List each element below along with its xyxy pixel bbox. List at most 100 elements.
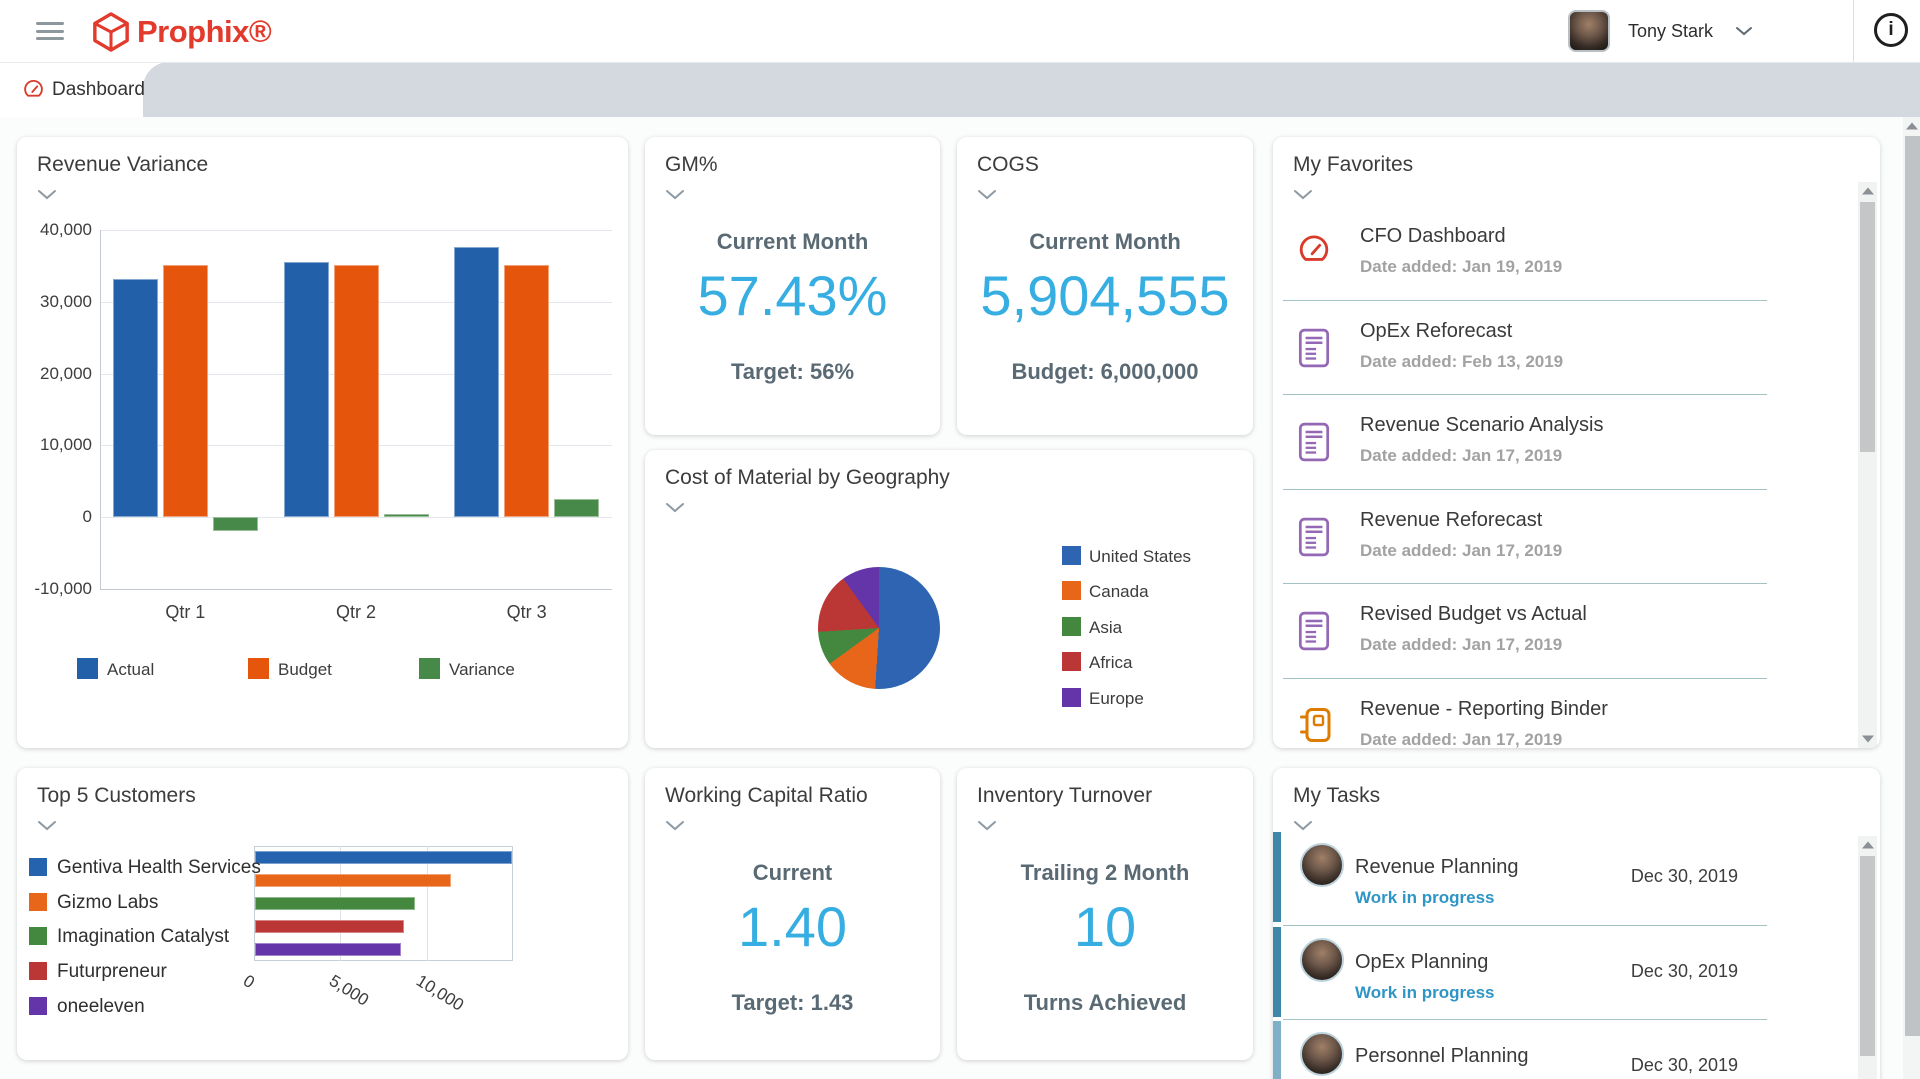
- task-assignee-avatar: [1300, 938, 1344, 982]
- legend-label: Asia: [1089, 618, 1122, 638]
- kpi-target-label: Target: 56%: [645, 359, 940, 385]
- user-menu[interactable]: Tony Stark: [1568, 10, 1753, 52]
- tab-dashboard[interactable]: Dashboard: [0, 62, 143, 117]
- legend-label: Gizmo Labs: [57, 892, 158, 914]
- task-item[interactable]: Revenue PlanningWork in progressDec 30, …: [1273, 830, 1853, 924]
- favorite-date-added: Date added: Jan 19, 2019: [1360, 257, 1562, 277]
- x-axis-tick-label: 0: [239, 971, 258, 993]
- y-axis-tick-label: 0: [17, 507, 92, 527]
- card-my-favorites: My Favorites CFO DashboardDate added: Ja…: [1273, 137, 1880, 748]
- task-assignee-avatar: [1300, 843, 1344, 887]
- task-name: OpEx Planning: [1355, 951, 1488, 974]
- bar-budget: [334, 265, 379, 517]
- card-inventory-turnover: Inventory Turnover Trailing 2 Month 10 T…: [957, 768, 1253, 1060]
- user-avatar[interactable]: [1568, 10, 1610, 52]
- task-assignee-avatar: [1300, 1032, 1344, 1076]
- scrollbar-thumb[interactable]: [1905, 136, 1920, 1036]
- legend-swatch: [419, 658, 440, 679]
- legend-label: United States: [1089, 547, 1191, 567]
- tasks-scrollbar[interactable]: [1858, 836, 1877, 1079]
- revenue-variance-bar-chart: 40,00030,00020,00010,0000-10,000Qtr 1Qtr…: [17, 137, 628, 748]
- favorite-date-added: Date added: Feb 13, 2019: [1360, 352, 1563, 372]
- bar-variance: [554, 499, 599, 518]
- y-axis-tick-label: 40,000: [17, 220, 92, 240]
- chevron-down-icon[interactable]: [977, 189, 997, 200]
- task-status-accent-bar: [1273, 927, 1281, 1017]
- legend-swatch: [1062, 581, 1081, 600]
- page-scrollbar[interactable]: [1903, 117, 1920, 1079]
- legend-label: Canada: [1089, 582, 1149, 602]
- y-axis-tick-label: -10,000: [17, 579, 92, 599]
- favorite-item[interactable]: CFO DashboardDate added: Jan 19, 2019: [1273, 205, 1853, 299]
- dashboard-content: Revenue Variance 40,00030,00020,00010,00…: [0, 117, 1903, 1079]
- kpi-value: 10: [957, 894, 1253, 959]
- card-title: COGS: [977, 153, 1039, 177]
- legend-label: Actual: [107, 660, 154, 680]
- legend-label: Futurpreneur: [57, 961, 167, 983]
- favorite-item[interactable]: Revised Budget vs ActualDate added: Jan …: [1273, 583, 1853, 677]
- card-top5-customers: Top 5 Customers 05,00010,000Gentiva Heal…: [17, 768, 628, 1060]
- task-status-link[interactable]: Work in progress: [1355, 888, 1495, 908]
- scroll-up-arrow-icon[interactable]: [1858, 836, 1877, 854]
- legend-label: oneeleven: [57, 996, 145, 1018]
- legend-swatch: [1062, 617, 1081, 636]
- bar: [255, 943, 401, 956]
- favorite-item[interactable]: OpEx ReforecastDate added: Feb 13, 2019: [1273, 300, 1853, 394]
- task-due-date: Dec 30, 2019: [1631, 1055, 1738, 1076]
- info-icon[interactable]: i: [1874, 13, 1908, 47]
- legend-swatch: [248, 658, 269, 679]
- legend-label: Africa: [1089, 653, 1132, 673]
- scrollbar-thumb[interactable]: [1860, 202, 1875, 452]
- favorites-scrollbar[interactable]: [1858, 182, 1877, 748]
- card-title: Working Capital Ratio: [665, 784, 868, 808]
- kpi-value: 57.43%: [645, 263, 940, 328]
- scroll-up-arrow-icon[interactable]: [1903, 117, 1920, 134]
- scroll-down-arrow-icon[interactable]: [1858, 730, 1877, 748]
- favorite-date-added: Date added: Jan 17, 2019: [1360, 446, 1562, 466]
- chevron-down-icon[interactable]: [665, 189, 685, 200]
- favorite-item[interactable]: Revenue - Reporting BinderDate added: Ja…: [1273, 678, 1853, 749]
- scrollbar-thumb[interactable]: [1860, 856, 1875, 1056]
- x-axis-category-label: Qtr 1: [100, 602, 271, 623]
- favorite-name: Revised Budget vs Actual: [1360, 603, 1587, 626]
- brand-name: Prophix®: [137, 14, 271, 50]
- task-item[interactable]: OpEx Planning Work in progress Dec 30, 201…: [1273, 925, 1853, 1019]
- kpi-period-label: Current Month: [645, 229, 940, 255]
- favorite-date-added: Date added: Jan 17, 2019: [1360, 730, 1562, 749]
- tabstrip-background: [143, 62, 1920, 117]
- report-icon: [1298, 611, 1330, 656]
- menu-hamburger-icon[interactable]: [36, 22, 64, 40]
- bar: [255, 897, 415, 910]
- bar-actual: [284, 262, 329, 518]
- tab-dashboard-label: Dashboard: [52, 62, 145, 117]
- task-due-date: Dec 30, 2019: [1631, 961, 1738, 982]
- x-axis-tick-label: 5,000: [326, 971, 373, 1011]
- chevron-down-icon[interactable]: [977, 820, 997, 831]
- favorite-item[interactable]: Revenue Scenario Analysis Date added: Jan…: [1273, 394, 1853, 488]
- x-axis-category-label: Qtr 2: [271, 602, 442, 623]
- kpi-period-label: Current Month: [957, 229, 1253, 255]
- card-title: Inventory Turnover: [977, 784, 1152, 808]
- kpi-value: 5,904,555: [957, 263, 1253, 328]
- favorite-item[interactable]: Revenue ReforecastDate added: Jan 17, 20…: [1273, 489, 1853, 583]
- legend-swatch: [29, 858, 47, 876]
- bar-budget: [163, 265, 208, 517]
- legend-label: Budget: [278, 660, 332, 680]
- task-status-link[interactable]: Work in progress: [1355, 983, 1495, 1003]
- kpi-target-label: Budget: 6,000,000: [957, 359, 1253, 385]
- dashboard-gauge-icon: [23, 79, 44, 100]
- card-my-tasks: My Tasks Revenue PlanningWork in progres…: [1273, 768, 1880, 1079]
- chevron-down-icon[interactable]: [665, 820, 685, 831]
- scroll-up-arrow-icon[interactable]: [1858, 182, 1877, 200]
- task-status-accent-bar: [1273, 1021, 1281, 1079]
- kpi-period-label: Current: [645, 860, 940, 886]
- bar-budget: [504, 265, 549, 517]
- task-name: Personnel Planning: [1355, 1045, 1528, 1068]
- task-item[interactable]: Personnel PlanningWork in progressDec 30…: [1273, 1019, 1853, 1079]
- pie: [818, 567, 940, 689]
- kpi-target-label: Turns Achieved: [957, 990, 1253, 1016]
- bar-actual: [454, 247, 499, 518]
- favorite-name: Revenue Scenario Analysis: [1360, 414, 1603, 437]
- prophix-logo[interactable]: Prophix®: [92, 11, 271, 53]
- gridline: [100, 230, 612, 231]
